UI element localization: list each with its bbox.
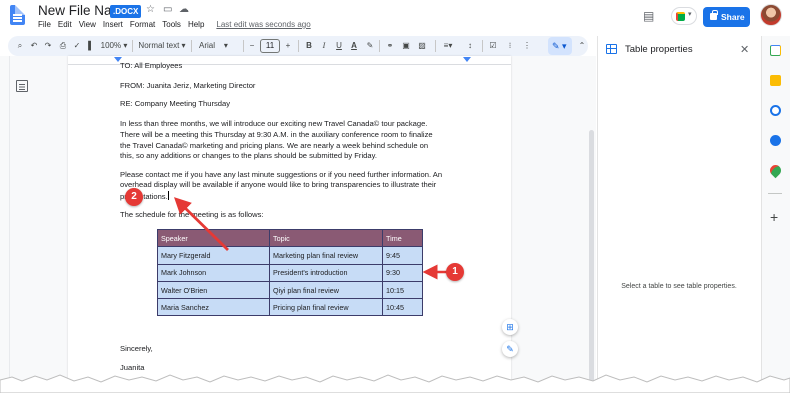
panel-empty-message: Select a table to see table properties.: [621, 283, 737, 290]
callout-2-arrow: [173, 197, 229, 252]
calendar-icon[interactable]: [770, 45, 781, 56]
get-addons-icon[interactable]: +: [770, 210, 778, 224]
add-comment-icon: ⊞: [506, 322, 514, 332]
close-icon[interactable]: ✕: [740, 43, 749, 56]
suggest-edits-float-button[interactable]: ✎: [502, 341, 518, 357]
suggest-edit-icon: ✎: [506, 344, 514, 354]
keep-icon[interactable]: [770, 75, 781, 86]
google-docs-window: New File Name .DOCX ☆ ▭ ☁ File Edit View…: [0, 0, 790, 393]
contacts-icon[interactable]: [770, 135, 781, 146]
torn-paper-edge: [0, 374, 790, 393]
add-comment-float-button[interactable]: ⊞: [502, 319, 518, 335]
callout-2-badge: 2: [125, 188, 143, 206]
table-icon: [606, 44, 617, 54]
panel-title: Table properties: [625, 44, 693, 55]
tasks-icon[interactable]: [770, 105, 781, 116]
vertical-scrollbar[interactable]: [589, 130, 594, 393]
rail-divider: [768, 193, 782, 194]
callout-1-badge: 1: [446, 263, 464, 281]
table-properties-panel: [597, 36, 760, 393]
